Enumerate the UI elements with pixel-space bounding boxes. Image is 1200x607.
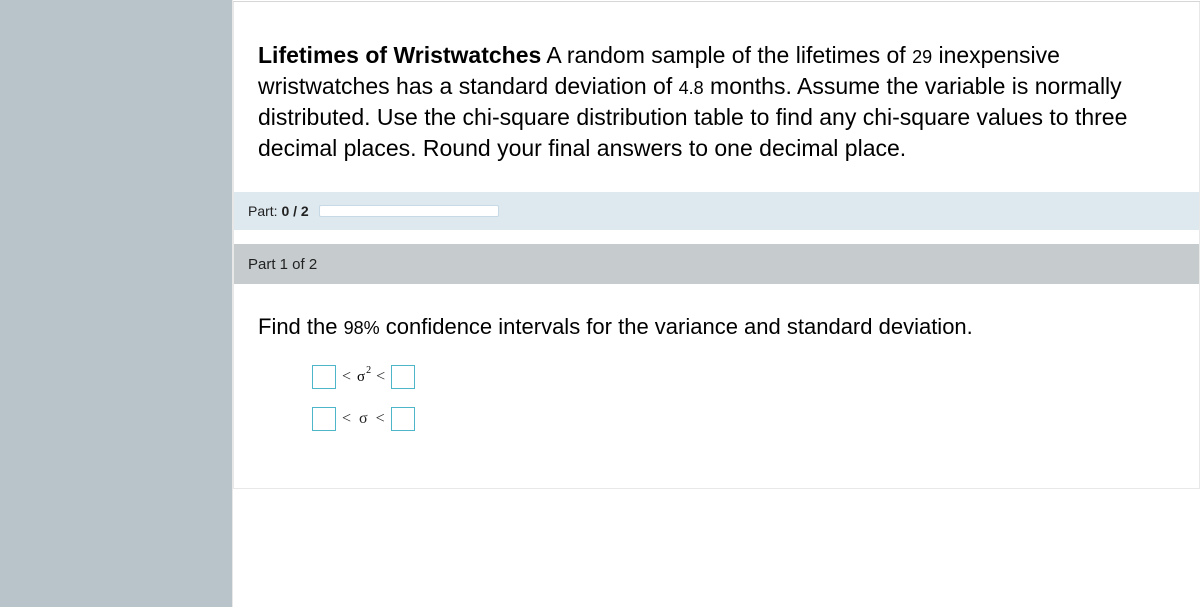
part-question: Find the 98% confidence intervals for th… <box>258 314 1189 340</box>
stddev-lower-input[interactable] <box>312 407 336 431</box>
part-header: Part 1 of 2 <box>234 244 1199 284</box>
part-header-label: Part 1 of 2 <box>248 256 317 273</box>
sigma-symbol: σ <box>359 410 368 428</box>
problem-title: Lifetimes of Wristwatches <box>258 42 541 68</box>
problem-text-1: A random sample of the lifetimes of <box>541 42 912 68</box>
squared-char: 2 <box>366 365 371 376</box>
problem-statement: Lifetimes of Wristwatches A random sampl… <box>234 2 1199 192</box>
lt-symbol-2: < <box>376 368 385 386</box>
progress-track <box>319 205 499 217</box>
question-card: Lifetimes of Wristwatches A random sampl… <box>233 2 1200 489</box>
q-tail: confidence intervals for the variance an… <box>380 314 973 339</box>
part-body: Find the 98% confidence intervals for th… <box>234 284 1199 478</box>
stddev-upper-input[interactable] <box>391 407 415 431</box>
variance-row: < σ2 < <box>312 364 1189 390</box>
stddev-row: < σ < <box>312 406 1189 432</box>
lt-symbol-1: < <box>342 368 351 386</box>
progress-value: 0 / 2 <box>281 203 308 219</box>
progress-bar: Part: 0 / 2 <box>234 192 1199 230</box>
progress-label: Part: 0 / 2 <box>248 203 309 219</box>
lt-symbol-4: < <box>376 410 385 428</box>
std-dev-value: 4.8 <box>679 78 704 98</box>
left-sidebar <box>0 0 232 607</box>
variance-upper-input[interactable] <box>391 365 415 389</box>
lt-symbol-3: < <box>342 410 351 428</box>
sigma-char-1: σ <box>357 369 365 385</box>
variance-lower-input[interactable] <box>312 365 336 389</box>
answer-rows: < σ2 < < σ < <box>312 364 1189 432</box>
q-lead: Find the <box>258 314 344 339</box>
progress-prefix: Part: <box>248 203 281 219</box>
sigma-squared-symbol: σ2 <box>357 368 370 386</box>
main-content: Lifetimes of Wristwatches A random sampl… <box>232 0 1200 607</box>
q-pct: 98% <box>344 318 380 338</box>
sample-size-value: 29 <box>912 47 932 67</box>
page-root: Lifetimes of Wristwatches A random sampl… <box>0 0 1200 607</box>
